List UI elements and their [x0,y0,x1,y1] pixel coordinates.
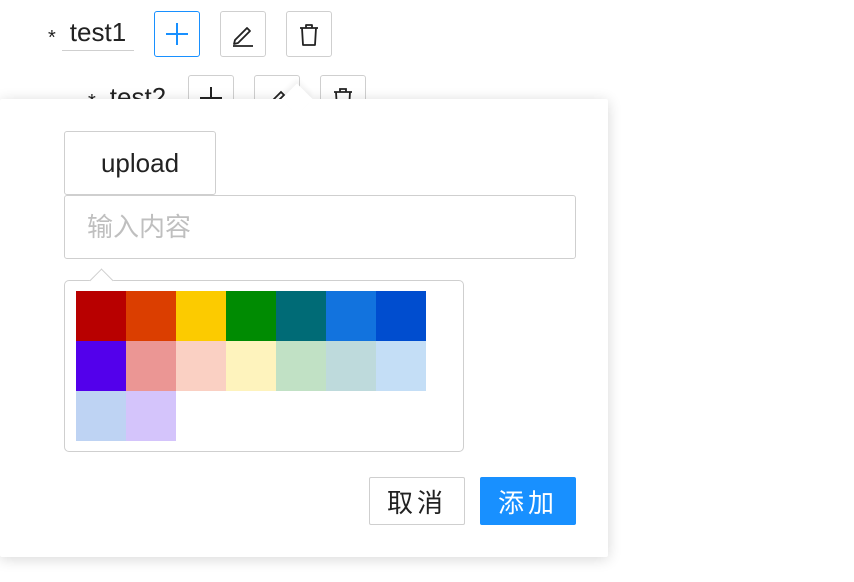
color-swatch[interactable] [126,391,176,441]
color-swatch[interactable] [226,341,276,391]
swatch-grid [76,291,426,441]
color-swatch[interactable] [276,291,326,341]
add-node-button[interactable] [154,11,201,57]
color-swatch[interactable] [376,341,426,391]
add-node-popover: upload 取消 添加 [0,99,608,557]
color-swatch[interactable] [76,391,126,441]
color-swatch[interactable] [326,291,376,341]
add-button[interactable]: 添加 [480,477,576,525]
color-swatch[interactable] [176,341,226,391]
color-swatch[interactable] [126,291,176,341]
palette-arrow [89,268,114,293]
content-input[interactable] [64,195,576,259]
tree-node-row: * test1 [48,11,333,57]
node-label[interactable]: test1 [61,17,135,51]
edit-icon [233,27,254,47]
cancel-button[interactable]: 取消 [369,477,465,525]
upload-button[interactable]: upload [64,131,216,195]
color-swatch[interactable] [76,291,126,341]
node-label-group: * test1 [48,17,135,51]
color-swatch[interactable] [326,341,376,391]
color-swatch[interactable] [376,291,426,341]
edit-node-button[interactable] [220,11,267,57]
color-swatch[interactable] [226,291,276,341]
delete-node-button[interactable] [286,11,333,57]
trash-icon [300,24,319,46]
color-palette [64,268,464,452]
required-mark: * [48,27,56,49]
plus-icon [166,23,189,45]
color-swatch[interactable] [126,341,176,391]
color-swatch[interactable] [276,341,326,391]
color-swatch[interactable] [176,291,226,341]
color-swatch[interactable] [76,341,126,391]
